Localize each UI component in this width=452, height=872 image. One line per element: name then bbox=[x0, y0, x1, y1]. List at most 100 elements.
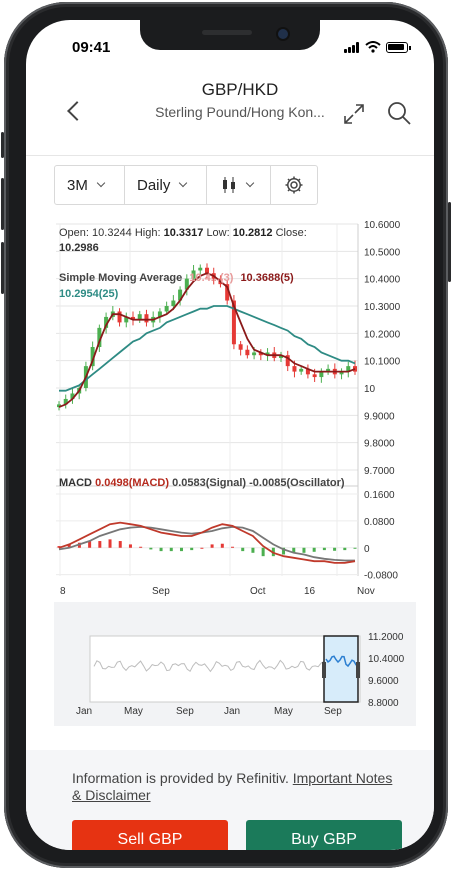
candle-body bbox=[245, 349, 250, 356]
volume-up-button bbox=[1, 178, 4, 230]
camera-icon bbox=[278, 29, 288, 39]
price-chart[interactable]: 10.6000 10.5000 10.4000 10.3000 10.2000 10.10… bbox=[54, 216, 434, 596]
y-tick-label: 10.3000 bbox=[364, 302, 401, 313]
buy-button[interactable]: Buy GBP bbox=[246, 820, 402, 850]
status-time: 09:41 bbox=[72, 39, 111, 56]
range-value: 3M bbox=[67, 176, 88, 194]
close-value: 10.2986 bbox=[59, 242, 99, 254]
oscillator-bar bbox=[302, 547, 306, 553]
disclaimer-text: Information is provided by Refinitiv. Im… bbox=[72, 770, 402, 804]
signal-value: 0.0583(Signal) bbox=[172, 477, 247, 489]
oscillator-bar bbox=[333, 547, 337, 551]
info-text: Information is provided by Refinitiv. bbox=[72, 770, 289, 786]
oscillator-bar bbox=[139, 546, 143, 548]
page-title: GBP/HKD bbox=[201, 80, 279, 99]
ohlc-readout: Open: 10.3244 High: 10.3317 Low: 10.2812… bbox=[59, 227, 307, 239]
candle-body bbox=[164, 306, 169, 312]
oscillator-bar bbox=[210, 544, 214, 548]
nav-x-tick: May bbox=[274, 706, 293, 717]
nav-y-tick: 8.8000 bbox=[368, 698, 399, 709]
mute-switch bbox=[1, 132, 4, 158]
battery-icon bbox=[386, 42, 411, 53]
x-tick-label: Nov bbox=[357, 586, 375, 596]
oscillator-bar bbox=[220, 543, 224, 548]
fullscreen-expand-icon[interactable] bbox=[342, 102, 366, 126]
back-chevron-icon[interactable] bbox=[67, 101, 87, 121]
nav-y-tick: 10.4000 bbox=[368, 654, 405, 665]
candle-body bbox=[299, 368, 304, 372]
oscillator-bar bbox=[169, 547, 173, 552]
sell-button[interactable]: Sell GBP bbox=[72, 820, 228, 850]
nav-x-tick: Sep bbox=[324, 706, 342, 717]
candle-body bbox=[198, 267, 203, 271]
range-dropdown[interactable]: 3M bbox=[55, 166, 125, 204]
footer: Information is provided by Refinitiv. Im… bbox=[26, 750, 434, 850]
navigator-plot-area bbox=[89, 635, 361, 703]
y-tick-label: 10.5000 bbox=[364, 247, 401, 258]
navigator-handle-right bbox=[356, 662, 360, 678]
y-tick-label: 10 bbox=[364, 384, 376, 395]
oscillator-bar bbox=[312, 547, 316, 552]
low-value: 10.2812 bbox=[232, 227, 273, 239]
oscillator-bar bbox=[261, 547, 265, 557]
phone-frame: 09:41 GBP/HKD Sterling Pound/Hong Kon... bbox=[1, 2, 451, 868]
chevron-down-icon bbox=[245, 178, 255, 188]
candle-body bbox=[117, 311, 122, 323]
chart-settings-button[interactable] bbox=[271, 166, 317, 204]
notch bbox=[140, 20, 320, 50]
nav-x-tick: Jan bbox=[224, 706, 241, 717]
signal-icon bbox=[344, 42, 362, 53]
interval-value: Daily bbox=[137, 176, 171, 194]
interval-dropdown[interactable]: Daily bbox=[125, 166, 207, 204]
macd-y-tick-label: 0.1600 bbox=[364, 490, 395, 501]
oscillator-value: -0.0085(Oscillator) bbox=[249, 477, 345, 489]
range-navigator[interactable]: 11.2000 10.4000 9.6000 8.8000 Jan May Se… bbox=[54, 602, 416, 726]
oscillator-bar bbox=[128, 544, 132, 548]
app-screen: 09:41 GBP/HKD Sterling Pound/Hong Kon... bbox=[26, 20, 434, 850]
volume-down-button bbox=[1, 242, 4, 294]
chevron-down-icon bbox=[179, 178, 188, 188]
open-value: 10.3244 bbox=[92, 227, 132, 239]
low-label: Low: bbox=[206, 227, 230, 239]
navigator-selection-window bbox=[323, 635, 359, 703]
y-tick-label: 9.9000 bbox=[364, 411, 395, 422]
oscillator-bar bbox=[179, 547, 183, 552]
macd-y-tick-label: -0.0800 bbox=[364, 571, 398, 582]
sma-fast-value: 10.3688(5) bbox=[240, 272, 294, 284]
nav-x-tick: Jan bbox=[76, 706, 93, 717]
open-label: Open: bbox=[59, 227, 89, 239]
oscillator-bar bbox=[231, 546, 235, 548]
high-value: 10.3317 bbox=[163, 227, 204, 239]
nav-x-tick: Sep bbox=[176, 706, 194, 717]
high-label: High: bbox=[134, 227, 161, 239]
wifi-icon bbox=[365, 41, 381, 53]
close-label: Close: bbox=[275, 227, 307, 239]
macd-value: 0.0498(MACD) bbox=[95, 477, 170, 489]
macd-legend: MACD 0.0498(MACD) 0.0583(Signal) -0.0085… bbox=[59, 477, 345, 489]
sma-slow-line bbox=[59, 305, 356, 392]
x-tick-label: Sep bbox=[152, 586, 170, 596]
oscillator-bar bbox=[159, 547, 163, 552]
nav-y-tick: 11.2000 bbox=[368, 632, 404, 643]
macd-y-tick-label: 0 bbox=[364, 544, 370, 555]
x-tick-label: Oct bbox=[250, 586, 266, 596]
oscillator-bar bbox=[98, 541, 102, 548]
candlestick-icon bbox=[223, 177, 235, 193]
x-tick-label: 8 bbox=[60, 586, 66, 596]
search-icon[interactable] bbox=[386, 100, 412, 126]
candle-body bbox=[144, 314, 149, 323]
chart-type-dropdown[interactable] bbox=[207, 166, 271, 204]
oscillator-bar bbox=[190, 547, 194, 551]
y-tick-label: 9.7000 bbox=[364, 466, 395, 477]
page-subtitle: Sterling Pound/Hong Kon... bbox=[155, 104, 325, 120]
chevron-down-icon bbox=[96, 178, 106, 188]
y-tick-label: 10.1000 bbox=[364, 357, 401, 368]
candle-body bbox=[292, 366, 297, 372]
oscillator-bar bbox=[118, 541, 122, 548]
sma-label: Simple Moving Average bbox=[59, 272, 183, 284]
y-tick-label: 10.6000 bbox=[364, 220, 401, 231]
nav-y-tick: 9.6000 bbox=[368, 676, 399, 687]
candle-body bbox=[171, 300, 176, 306]
app-header: GBP/HKD Sterling Pound/Hong Kon... bbox=[26, 64, 434, 156]
gear-icon bbox=[285, 176, 303, 194]
